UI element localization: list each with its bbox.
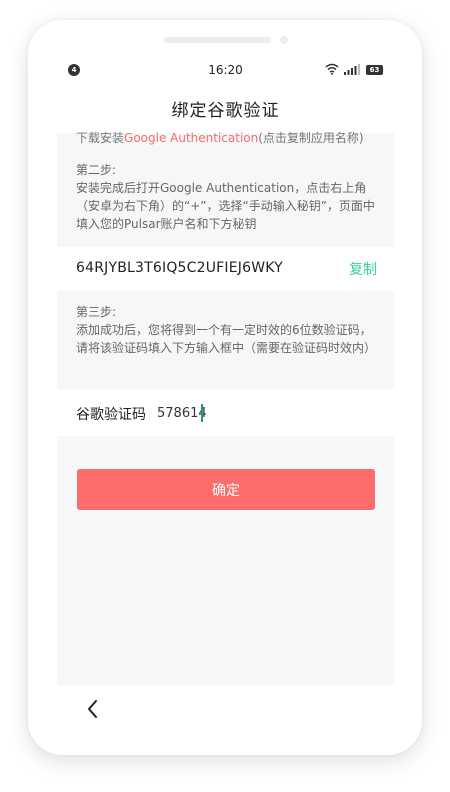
step-three-text: 添加成功后，您将得到一个有一定时效的6位数验证码，请将该验证码填入下方输入框中（… bbox=[76, 323, 377, 355]
copy-app-name-link[interactable]: Google Authentication bbox=[124, 131, 258, 145]
bottom-navigation-bar bbox=[57, 685, 394, 730]
battery-icon: 63 bbox=[366, 65, 383, 75]
confirm-button[interactable]: 确定 bbox=[77, 469, 375, 510]
signal-icon bbox=[344, 64, 360, 75]
step-two-text: 安装完成后打开Google Authentication，点击右上角（安卓为右下… bbox=[76, 181, 375, 231]
text-cursor bbox=[201, 404, 203, 422]
step-three-block: 第三步: 添加成功后，您将得到一个有一定时效的6位数验证码，请将该验证码填入下方… bbox=[76, 303, 376, 357]
secret-key: 64RJYBL3T6IQ5C2UFIEJ6WKY bbox=[76, 260, 283, 276]
phone-speaker bbox=[164, 37, 271, 43]
copy-key-button[interactable]: 复制 bbox=[349, 259, 377, 279]
chevron-left-icon[interactable] bbox=[81, 697, 105, 721]
phone-camera bbox=[280, 36, 288, 44]
app-screen: 4 16:20 63 绑定谷歌验证 下载安装Google Authenticat… bbox=[57, 59, 394, 730]
status-bar: 4 16:20 63 bbox=[57, 59, 394, 81]
step-one-suffix: (点击复制应用名称) bbox=[258, 131, 364, 145]
secret-key-row: 64RJYBL3T6IQ5C2UFIEJ6WKY 复制 bbox=[57, 247, 394, 291]
app-header: 绑定谷歌验证 bbox=[57, 81, 394, 133]
verification-code-row: 谷歌验证码 bbox=[57, 389, 394, 436]
step-one-text: 下载安装Google Authentication(点击复制应用名称) bbox=[76, 129, 386, 146]
wifi-icon bbox=[325, 63, 339, 75]
verification-code-label: 谷歌验证码 bbox=[76, 407, 146, 423]
step-two-block: 第二步: 安装完成后打开Google Authentication，点击右上角（… bbox=[76, 161, 376, 233]
step-two-title: 第二步: bbox=[76, 163, 117, 177]
verification-code-input[interactable] bbox=[157, 402, 377, 424]
page-title: 绑定谷歌验证 bbox=[171, 101, 280, 121]
step-three-title: 第三步: bbox=[76, 305, 117, 319]
step-one-prefix: 下载安装 bbox=[76, 131, 125, 145]
